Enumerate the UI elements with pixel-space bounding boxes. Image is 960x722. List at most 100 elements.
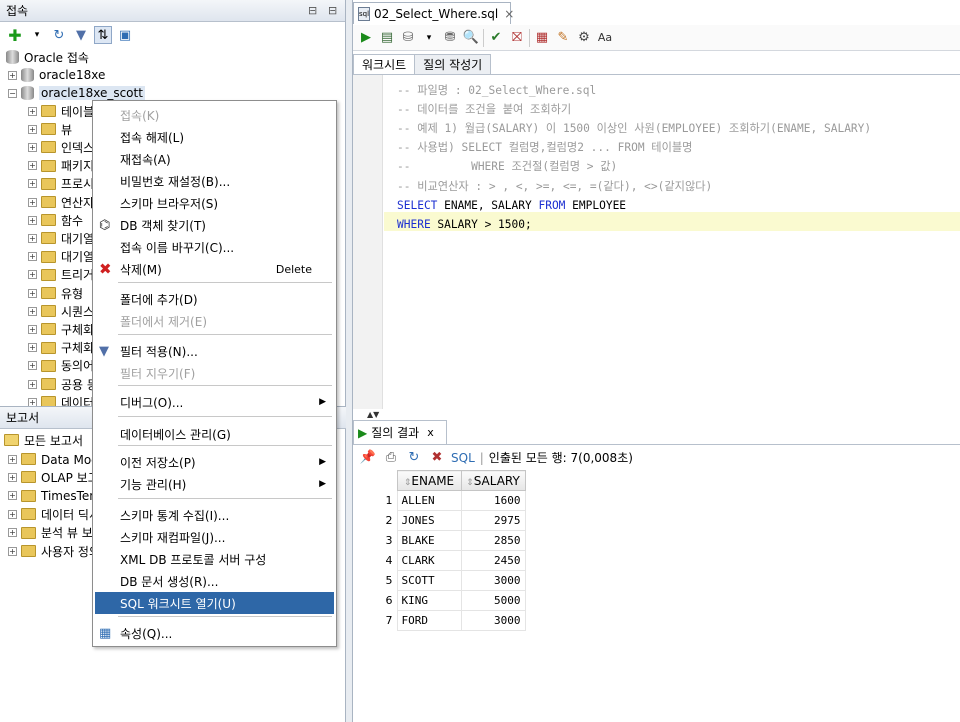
- eraser-icon[interactable]: ✎: [554, 29, 572, 47]
- expand-icon[interactable]: +: [28, 324, 37, 334]
- expand-icon[interactable]: +: [8, 454, 17, 464]
- cell-salary[interactable]: 2975: [460, 510, 526, 531]
- menu-item[interactable]: 재접속(A): [95, 148, 334, 170]
- collapse-icon[interactable]: ▣: [116, 26, 134, 44]
- menu-item[interactable]: XML DB 프로토콜 서버 구성: [95, 548, 334, 570]
- tab-worksheet[interactable]: 워크시트: [353, 54, 416, 74]
- split-arrows-icon[interactable]: ▲▼: [367, 410, 379, 419]
- dropdown-arrow-icon[interactable]: ▾: [420, 29, 438, 47]
- tree-child-item[interactable]: + 테이블: [28, 102, 94, 120]
- table-row[interactable]: 2 JONES 2975: [355, 510, 526, 531]
- pin-icon[interactable]: 📌: [359, 449, 377, 467]
- menu-item[interactable]: 데이터베이스 관리(G): [95, 423, 334, 445]
- sql-link[interactable]: SQL: [451, 451, 475, 465]
- doc-tab-sql-file[interactable]: sql 02_Select_Where.sql ×: [353, 2, 514, 24]
- format-case-icon[interactable]: Aa: [596, 29, 614, 47]
- expand-icon[interactable]: +: [28, 179, 37, 189]
- commit-icon[interactable]: ⛁: [399, 29, 417, 47]
- tree-child-item[interactable]: + 트리거: [28, 266, 94, 284]
- cell-salary[interactable]: 3000: [460, 610, 526, 631]
- menu-item[interactable]: 비밀번호 재설정(B)...: [95, 170, 334, 192]
- expand-icon[interactable]: +: [28, 252, 37, 262]
- expand-icon[interactable]: +: [28, 306, 37, 316]
- expand-icon[interactable]: +: [8, 509, 17, 519]
- expand-icon[interactable]: +: [28, 161, 37, 171]
- menu-item[interactable]: 스키마 브라우저(S): [95, 192, 334, 214]
- run-script-icon[interactable]: ▤: [378, 29, 396, 47]
- menu-item[interactable]: 폴더에 추가(D): [95, 288, 334, 310]
- collapse-icon[interactable]: −: [8, 88, 17, 98]
- expand-icon[interactable]: +: [8, 528, 17, 538]
- tree-child-item[interactable]: + 대기열: [28, 229, 94, 247]
- close-results-icon[interactable]: x: [427, 426, 434, 439]
- table-row[interactable]: 4 CLARK 2450: [355, 550, 526, 571]
- menu-item[interactable]: 이전 저장소(P) ▶: [95, 451, 334, 473]
- menu-item[interactable]: 필터 지우기(F): [95, 362, 334, 384]
- cell-salary[interactable]: 2450: [460, 550, 526, 571]
- dropdown-arrow-icon[interactable]: ▾: [28, 26, 46, 44]
- expand-icon[interactable]: +: [28, 197, 37, 207]
- sql-editor[interactable]: -- 파일명 : 02_Select_Where.sql -- 데이터를 조건을 …: [353, 74, 960, 409]
- expand-icon[interactable]: +: [28, 106, 37, 116]
- table-row[interactable]: 5 SCOTT 3000: [355, 570, 526, 591]
- results-tab[interactable]: ▶ 질의 결과 x: [353, 420, 447, 444]
- column-header-ename[interactable]: ⇕ENAME: [396, 470, 462, 491]
- cell-ename[interactable]: JONES: [396, 510, 462, 531]
- sql-history-icon[interactable]: ▦: [533, 29, 551, 47]
- cell-ename[interactable]: BLAKE: [396, 530, 462, 551]
- cancel-icon[interactable]: ✖: [428, 449, 446, 467]
- menu-item[interactable]: 스키마 통계 수집(I)...: [95, 504, 334, 526]
- tab-query-builder[interactable]: 질의 작성기: [414, 54, 492, 74]
- table-row[interactable]: 1 ALLEN 1600: [355, 490, 526, 511]
- expand-icon[interactable]: +: [28, 142, 37, 152]
- menu-item[interactable]: ⌬ DB 객체 찾기(T): [95, 214, 334, 236]
- cell-salary[interactable]: 2850: [460, 530, 526, 551]
- cell-ename[interactable]: SCOTT: [396, 570, 462, 591]
- run-statement-icon[interactable]: ▶: [357, 29, 375, 47]
- table-row[interactable]: 6 KING 5000: [355, 590, 526, 611]
- cell-ename[interactable]: KING: [396, 590, 462, 611]
- filter-icon[interactable]: ▼: [72, 26, 90, 44]
- expand-icon[interactable]: +: [8, 472, 17, 482]
- reports-root[interactable]: 모든 보고서: [4, 431, 83, 449]
- cell-salary[interactable]: 5000: [460, 590, 526, 611]
- rollback-icon[interactable]: ⛃: [441, 29, 459, 47]
- refresh-icon[interactable]: ↻: [405, 449, 423, 467]
- tree-child-item[interactable]: + 시퀀스: [28, 302, 94, 320]
- menu-item[interactable]: 기능 관리(H) ▶: [95, 473, 334, 495]
- tree-root-oracle[interactable]: Oracle 접속: [6, 48, 89, 66]
- refresh-icon[interactable]: ↻: [50, 26, 68, 44]
- table-row[interactable]: 3 BLAKE 2850: [355, 530, 526, 551]
- column-header-salary[interactable]: ⇕SALARY: [460, 470, 526, 491]
- expand-icon[interactable]: +: [28, 379, 37, 389]
- menu-item[interactable]: ▦ 속성(Q)...: [95, 622, 334, 644]
- tree-child-item[interactable]: + 뷰: [28, 120, 72, 138]
- tree-child-item[interactable]: + 동의어: [28, 357, 94, 375]
- explain-plan-icon[interactable]: 🔍: [462, 29, 480, 47]
- tree-child-item[interactable]: + 함수: [28, 211, 83, 229]
- menu-item[interactable]: 접속 이름 바꾸기(C)...: [95, 236, 334, 258]
- tree-item-oracle18xe[interactable]: + oracle18xe: [8, 66, 105, 84]
- tuning-icon[interactable]: ⚙: [575, 29, 593, 47]
- menu-item[interactable]: ✖ 삭제(M) Delete: [95, 258, 334, 280]
- cell-ename[interactable]: ALLEN: [396, 490, 462, 511]
- cell-salary[interactable]: 3000: [460, 570, 526, 591]
- menu-item[interactable]: 디버그(O)... ▶: [95, 391, 334, 413]
- expand-icon[interactable]: +: [8, 491, 17, 501]
- expand-icon[interactable]: +: [28, 124, 37, 134]
- expand-icon[interactable]: +: [28, 270, 37, 280]
- add-connection-icon[interactable]: ✚: [6, 26, 24, 45]
- expand-icon[interactable]: +: [28, 343, 37, 353]
- tree-child-item[interactable]: + 인덱스: [28, 138, 94, 156]
- table-row[interactable]: 7 FORD 3000: [355, 610, 526, 631]
- expand-icon[interactable]: +: [8, 70, 17, 80]
- menu-item[interactable]: 접속 해제(L): [95, 126, 334, 148]
- pane-minimize-icon[interactable]: ⊟: [328, 4, 337, 17]
- cell-ename[interactable]: FORD: [396, 610, 462, 631]
- cell-ename[interactable]: CLARK: [396, 550, 462, 571]
- autotrace-icon[interactable]: ✔: [487, 29, 505, 47]
- clear-icon[interactable]: ⛝: [508, 29, 526, 47]
- menu-item[interactable]: DB 문서 생성(R)...: [95, 570, 334, 592]
- tree-child-item[interactable]: + 연산자: [28, 193, 94, 211]
- menu-item[interactable]: 스키마 재컴파일(J)...: [95, 526, 334, 548]
